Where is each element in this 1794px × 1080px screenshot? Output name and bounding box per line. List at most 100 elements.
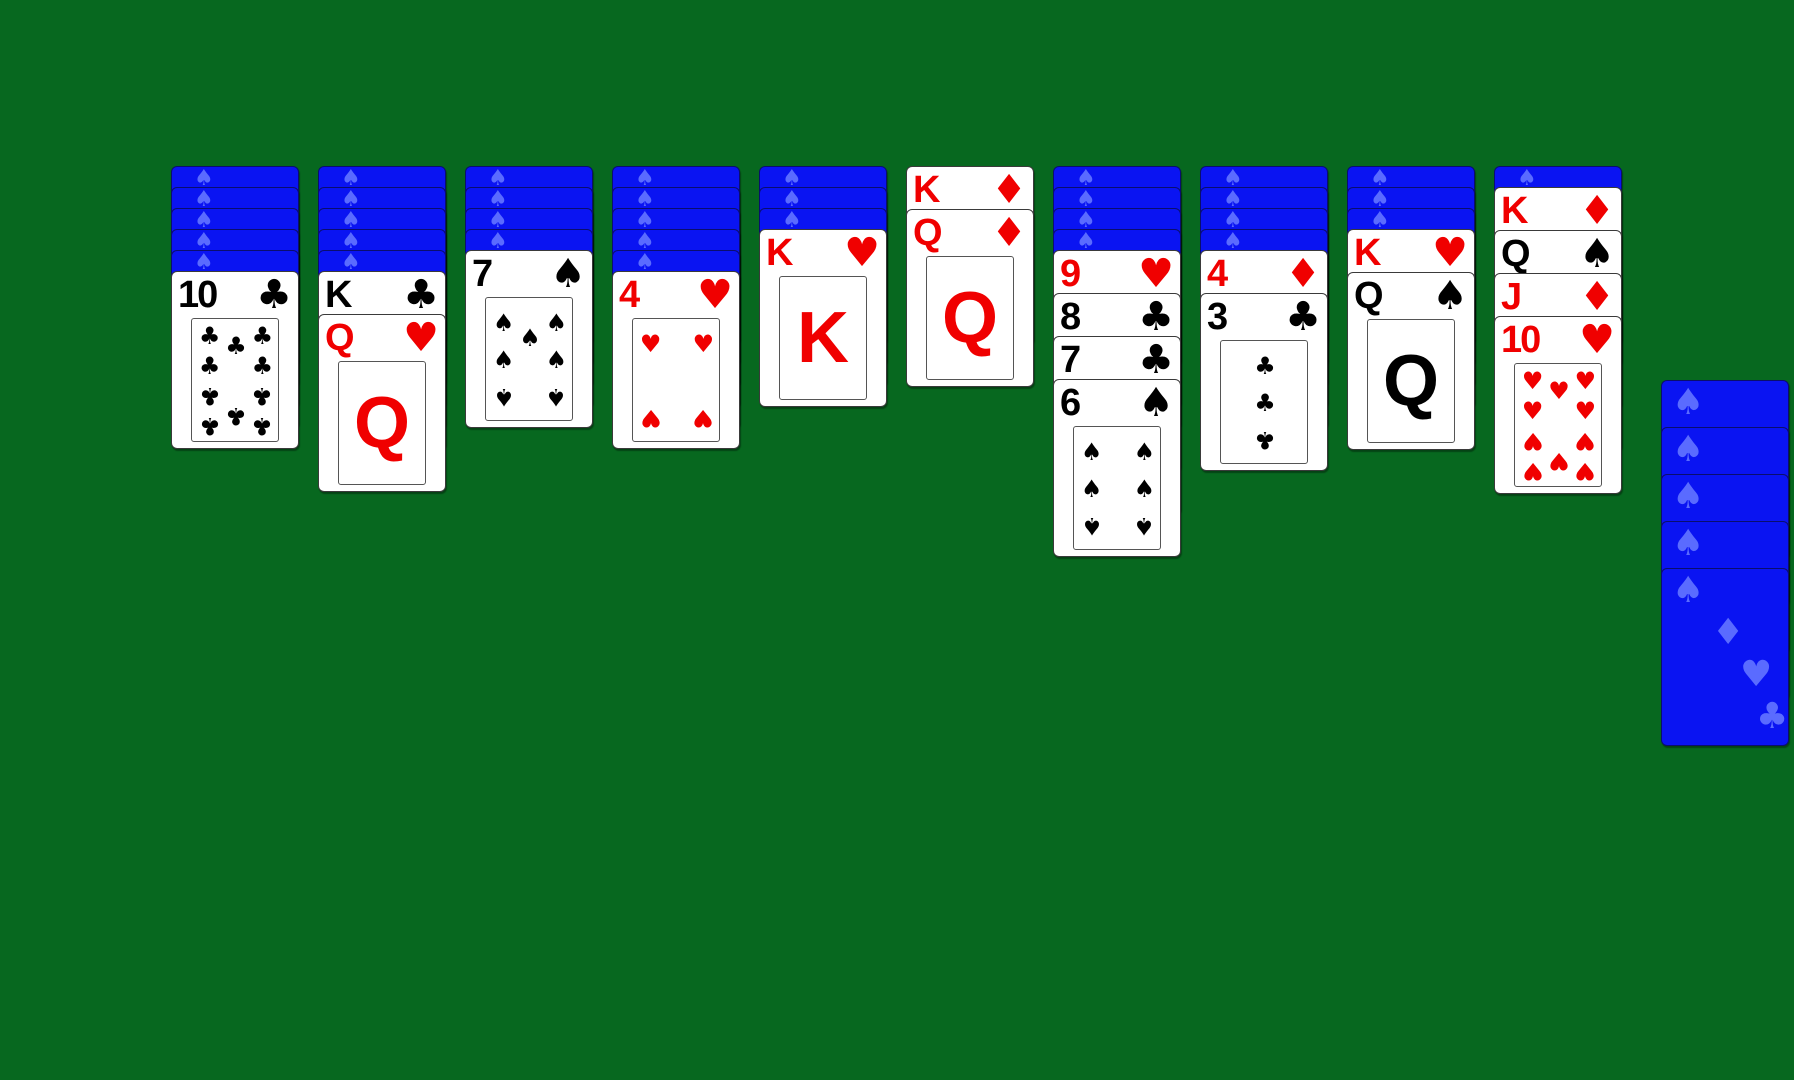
club-icon: ♣ (1138, 337, 1174, 383)
spade-icon: ♠ (1672, 523, 1705, 564)
spade-icon: ♠ (1579, 231, 1615, 277)
card-rank: 6 (1060, 382, 1081, 424)
club-icon: ♣ (403, 272, 439, 318)
heart-icon: ♥ (639, 404, 662, 433)
club-icon: ♣ (1285, 294, 1321, 340)
card-rank: 9 (1060, 253, 1081, 295)
spade-icon: ♠ (1080, 437, 1103, 466)
card-rank: 7 (1060, 339, 1081, 381)
spade-icon: ♠ (1672, 476, 1705, 517)
face-card-letter: K (797, 298, 849, 378)
spade-icon: ♠ (519, 323, 541, 352)
club-icon: ♣ (198, 381, 221, 410)
playing-card[interactable]: 4 ♥ ♥ ♥ ♥ ♥ (612, 271, 740, 449)
playing-card[interactable]: 7 ♠ ♠ ♠ ♠ ♠ ♠ ♠ ♠ (465, 250, 593, 428)
heart-icon: ♥ (1521, 456, 1544, 485)
card-face: Q (338, 361, 426, 485)
card-rank: 8 (1060, 296, 1081, 338)
card-rank: 4 (1207, 253, 1228, 295)
spade-icon: ♠ (1672, 429, 1705, 470)
playing-card[interactable]: Q ♦ Q (906, 209, 1034, 387)
club-icon: ♣ (225, 332, 247, 361)
spade-icon: ♠ (1432, 273, 1468, 319)
card-rank: 4 (619, 274, 640, 316)
spade-icon: ♠ (492, 346, 515, 374)
club-icon: ♣ (198, 322, 221, 351)
club-icon: ♣ (251, 352, 274, 381)
playing-card[interactable]: Q ♥ Q (318, 314, 446, 492)
game-board: ♠♠♠♠♠10♣♣♣♣♣♣♣♣♣♣♣♠♠♠♠♠K♣KQ♥Q♠♠♠♠7♠♠♠♠♠♠… (0, 0, 1794, 1080)
heart-icon: ♥ (1548, 446, 1570, 475)
diamond-icon: ♦ (991, 210, 1027, 256)
card-rank: J (1501, 276, 1522, 318)
card-rank: Q (913, 212, 943, 254)
card-rank: K (1501, 190, 1528, 232)
card-rank: 10 (1501, 319, 1541, 361)
heart-icon: ♥ (1574, 426, 1597, 455)
heart-icon: ♥ (1521, 426, 1544, 455)
heart-icon: ♥ (1574, 397, 1597, 426)
card-rank: K (325, 274, 352, 316)
spade-icon: ♠ (492, 383, 515, 412)
face-card-letter: Q (1382, 341, 1439, 421)
club-icon: ♣ (1756, 696, 1789, 737)
card-face: K (779, 276, 867, 400)
heart-icon: ♥ (697, 272, 733, 318)
club-icon: ♣ (198, 411, 221, 440)
face-card-letter: Q (941, 278, 998, 358)
spade-icon: ♠ (1133, 512, 1156, 541)
card-face: ♠ ♠ ♠ ♠ ♠ ♠ (1073, 426, 1161, 550)
playing-card[interactable]: Q ♠ Q (1347, 272, 1475, 450)
playing-card[interactable]: 10 ♣ ♣ ♣ ♣ ♣ ♣ ♣ ♣ ♣ ♣ ♣ (171, 271, 299, 449)
spade-icon: ♠ (1133, 437, 1156, 466)
heart-icon: ♥ (1548, 377, 1570, 406)
card-face: ♣ ♣ ♣ (1220, 340, 1308, 464)
card-rank: Q (1354, 275, 1384, 317)
diamond-icon: ♦ (991, 167, 1027, 213)
face-card-letter: Q (353, 383, 410, 463)
playing-card[interactable]: 10 ♥ ♥ ♥ ♥ ♥ ♥ ♥ ♥ ♥ ♥ ♥ (1494, 316, 1622, 494)
spade-icon: ♠ (550, 251, 586, 297)
club-icon: ♣ (1138, 294, 1174, 340)
card-face: Q (1367, 319, 1455, 443)
club-icon: ♣ (1254, 426, 1276, 455)
club-icon: ♣ (198, 352, 221, 381)
spade-icon: ♠ (1080, 475, 1103, 503)
club-icon: ♣ (225, 401, 247, 430)
playing-card[interactable]: 6 ♠ ♠ ♠ ♠ ♠ ♠ ♠ (1053, 379, 1181, 557)
card-rank: Q (1501, 233, 1531, 275)
heart-icon: ♥ (1574, 456, 1597, 485)
heart-icon: ♥ (639, 329, 662, 358)
card-rank: 10 (178, 274, 218, 316)
heart-icon: ♥ (844, 230, 880, 276)
card-face: ♥ ♥ ♥ ♥ (632, 318, 720, 442)
spade-icon: ♠ (545, 346, 568, 374)
spade-icon: ♠ (545, 383, 568, 412)
spade-icon: ♠ (545, 308, 568, 337)
playing-card[interactable]: K ♥ K (759, 229, 887, 407)
card-rank: K (1354, 232, 1381, 274)
heart-icon: ♥ (692, 404, 715, 433)
playing-card[interactable]: 3 ♣ ♣ ♣ ♣ (1200, 293, 1328, 471)
card-rank: 7 (472, 253, 493, 295)
heart-icon: ♥ (692, 329, 715, 358)
stock-card[interactable]: ♠ ♦ ♥ ♣ (1661, 568, 1789, 746)
heart-icon: ♥ (1521, 397, 1544, 426)
card-face: ♣ ♣ ♣ ♣ ♣ ♣ ♣ ♣ ♣ ♣ (191, 318, 279, 442)
heart-icon: ♥ (1521, 367, 1544, 396)
card-face: ♥ ♥ ♥ ♥ ♥ ♥ ♥ ♥ ♥ ♥ (1514, 363, 1602, 487)
card-face: ♠ ♠ ♠ ♠ ♠ ♠ ♠ (485, 297, 573, 421)
heart-icon: ♥ (1138, 251, 1174, 297)
card-face: Q (926, 256, 1014, 380)
spade-icon: ♠ (1672, 570, 1705, 611)
club-icon: ♣ (1254, 389, 1276, 417)
diamond-icon: ♦ (1579, 274, 1615, 320)
card-rank: Q (325, 317, 355, 359)
diamond-icon: ♦ (1579, 188, 1615, 234)
spade-icon: ♠ (1138, 380, 1174, 426)
club-icon: ♣ (251, 411, 274, 440)
spade-icon: ♠ (1133, 475, 1156, 503)
diamond-icon: ♦ (1712, 612, 1745, 653)
heart-icon: ♥ (1740, 654, 1773, 695)
club-icon: ♣ (1254, 351, 1276, 380)
